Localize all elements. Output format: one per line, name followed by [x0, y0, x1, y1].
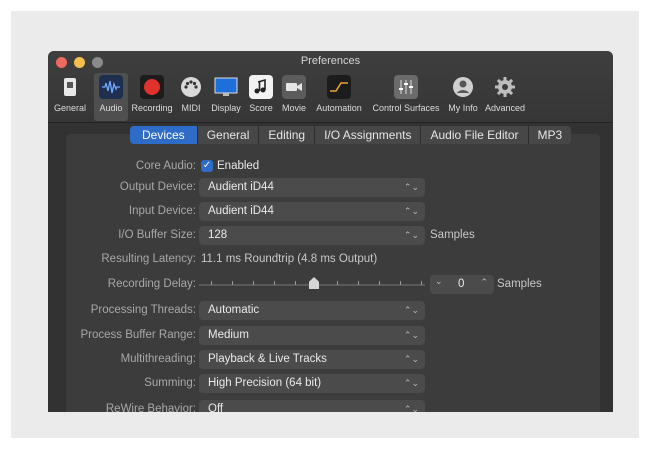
core-audio-checkbox[interactable]: ✓ — [201, 160, 213, 172]
control-surfaces-icon — [394, 75, 418, 99]
summing-row: Summing: High Precision (64 bit) ⌃⌄ — [48, 374, 613, 394]
chevron-updown-icon: ⌃⌄ — [403, 378, 419, 388]
input-device-select[interactable]: Audient iD44 ⌃⌄ — [199, 202, 425, 221]
rewire-row: ReWire Behavior: Off ⌃⌄ — [48, 400, 613, 412]
rewire-select[interactable]: Off ⌃⌄ — [199, 400, 425, 412]
recording-delay-stepper[interactable]: ⌄ 0 ⌃ — [430, 275, 494, 294]
toolbar-general[interactable]: General — [50, 73, 90, 121]
output-device-row: Output Device: Audient iD44 ⌃⌄ — [48, 178, 613, 198]
my-info-icon — [451, 75, 475, 99]
multithreading-row: Multithreading: Playback & Live Tracks ⌃… — [48, 350, 613, 370]
chevron-updown-icon: ⌃⌄ — [403, 404, 419, 412]
chevron-updown-icon: ⌃⌄ — [403, 305, 419, 315]
core-audio-row: Core Audio: ✓ Enabled — [135, 160, 260, 172]
processing-threads-row: Processing Threads: Automatic ⌃⌄ — [48, 301, 613, 321]
chevron-updown-icon: ⌃⌄ — [403, 354, 419, 364]
slider-knob[interactable] — [309, 277, 319, 289]
processing-threads-select[interactable]: Automatic ⌃⌄ — [199, 301, 425, 320]
toolbar-automation[interactable]: Automation — [312, 73, 366, 121]
preferences-window: Preferences General Audio Recording MIDI — [48, 51, 613, 412]
general-icon — [58, 75, 82, 99]
toolbar-control-surfaces[interactable]: Control Surfaces — [368, 73, 444, 121]
process-buffer-range-select[interactable]: Medium ⌃⌄ — [199, 326, 425, 345]
tab-general[interactable]: General — [198, 126, 260, 144]
tab-mp3[interactable]: MP3 — [529, 126, 572, 144]
output-device-select[interactable]: Audient iD44 ⌃⌄ — [199, 178, 425, 197]
chevron-updown-icon: ⌃⌄ — [403, 182, 419, 192]
process-buffer-range-row: Process Buffer Range: Medium ⌃⌄ — [48, 326, 613, 346]
title-bar: Preferences General Audio Recording MIDI — [48, 51, 613, 123]
summing-select[interactable]: High Precision (64 bit) ⌃⌄ — [199, 374, 425, 393]
chevron-down-icon[interactable]: ⌄ — [435, 276, 443, 287]
toolbar-display[interactable]: Display — [207, 73, 245, 121]
chevron-updown-icon: ⌃⌄ — [403, 230, 419, 240]
io-buffer-select[interactable]: 128 ⌃⌄ — [199, 226, 425, 245]
tab-io-assignments[interactable]: I/O Assignments — [315, 126, 422, 144]
toolbar-advanced[interactable]: Advanced — [482, 73, 528, 121]
recording-delay-slider[interactable] — [199, 277, 425, 289]
toolbar-audio[interactable]: Audio — [94, 73, 128, 121]
display-icon — [214, 75, 238, 99]
multithreading-select[interactable]: Playback & Live Tracks ⌃⌄ — [199, 350, 425, 369]
toolbar-score[interactable]: Score — [247, 73, 275, 121]
tab-devices[interactable]: Devices — [130, 126, 198, 144]
recording-delay-row: Recording Delay: ⌄ 0 ⌃ Samples — [48, 275, 613, 295]
midi-icon — [179, 75, 203, 99]
chevron-updown-icon: ⌃⌄ — [403, 330, 419, 340]
tab-editing[interactable]: Editing — [259, 126, 316, 144]
io-buffer-row: I/O Buffer Size: 128 ⌃⌄ Samples — [48, 226, 613, 246]
toolbar-midi[interactable]: MIDI — [178, 73, 204, 121]
automation-icon — [327, 75, 351, 99]
toolbar-recording[interactable]: Recording — [130, 73, 174, 121]
audio-waveform-icon — [99, 75, 123, 99]
toolbar-my-info[interactable]: My Info — [446, 73, 480, 121]
movie-icon — [282, 75, 306, 99]
chevron-up-icon[interactable]: ⌃ — [480, 277, 488, 288]
toolbar-movie[interactable]: Movie — [278, 73, 310, 121]
window-title: Preferences — [300, 55, 361, 67]
tab-audio-file-editor[interactable]: Audio File Editor — [421, 126, 529, 144]
chevron-updown-icon: ⌃⌄ — [403, 206, 419, 216]
resulting-latency-row: Resulting Latency: 11.1 ms Roundtrip (4.… — [101, 253, 378, 265]
input-device-row: Input Device: Audient iD44 ⌃⌄ — [48, 202, 613, 222]
gear-icon — [493, 75, 517, 99]
score-icon — [249, 75, 273, 99]
record-icon — [140, 75, 164, 99]
audio-subtabs: Devices General Editing I/O Assignments … — [130, 126, 572, 144]
